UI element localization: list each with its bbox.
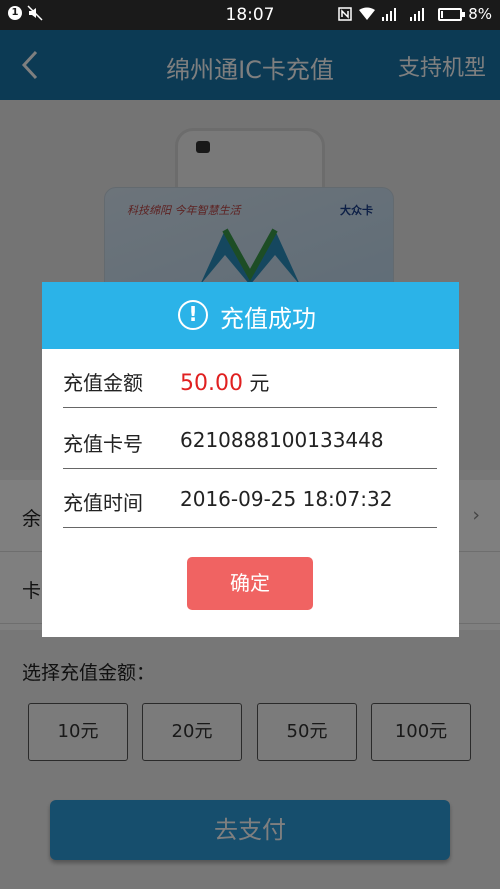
time-key: 充值时间 [63, 491, 143, 515]
time-value: 2016-09-25 18:07:32 [180, 487, 393, 511]
dialog-title: 充值成功 [220, 305, 316, 333]
nfc-icon [338, 7, 352, 21]
dialog-header: ! 充值成功 [42, 282, 459, 349]
dialog-row-card-number: 充值卡号 6210888100133448 [63, 410, 437, 469]
signal-icon [410, 8, 425, 21]
amount-value: 50.00 [180, 371, 243, 396]
battery-percent: 8% [468, 5, 492, 23]
amount-key: 充值金额 [63, 371, 143, 395]
success-dialog: ! 充值成功 充值金额 50.00 元 充值卡号 621088810013344… [42, 282, 459, 637]
amount-unit: 元 [249, 371, 270, 395]
info-icon: ! [178, 300, 208, 330]
battery-fill [441, 10, 444, 18]
card-number-value: 6210888100133448 [180, 428, 384, 452]
card-number-key: 充值卡号 [63, 432, 143, 456]
dialog-row-time: 充值时间 2016-09-25 18:07:32 [63, 469, 437, 528]
amount-value-wrap: 50.00 元 [180, 367, 269, 396]
battery-icon [438, 7, 466, 21]
confirm-button[interactable]: 确定 [187, 557, 313, 610]
wifi-icon [359, 7, 376, 20]
status-bar: 1 18:07 8% [0, 0, 500, 30]
dialog-row-amount: 充值金额 50.00 元 [63, 349, 437, 408]
signal-icon [382, 8, 397, 21]
